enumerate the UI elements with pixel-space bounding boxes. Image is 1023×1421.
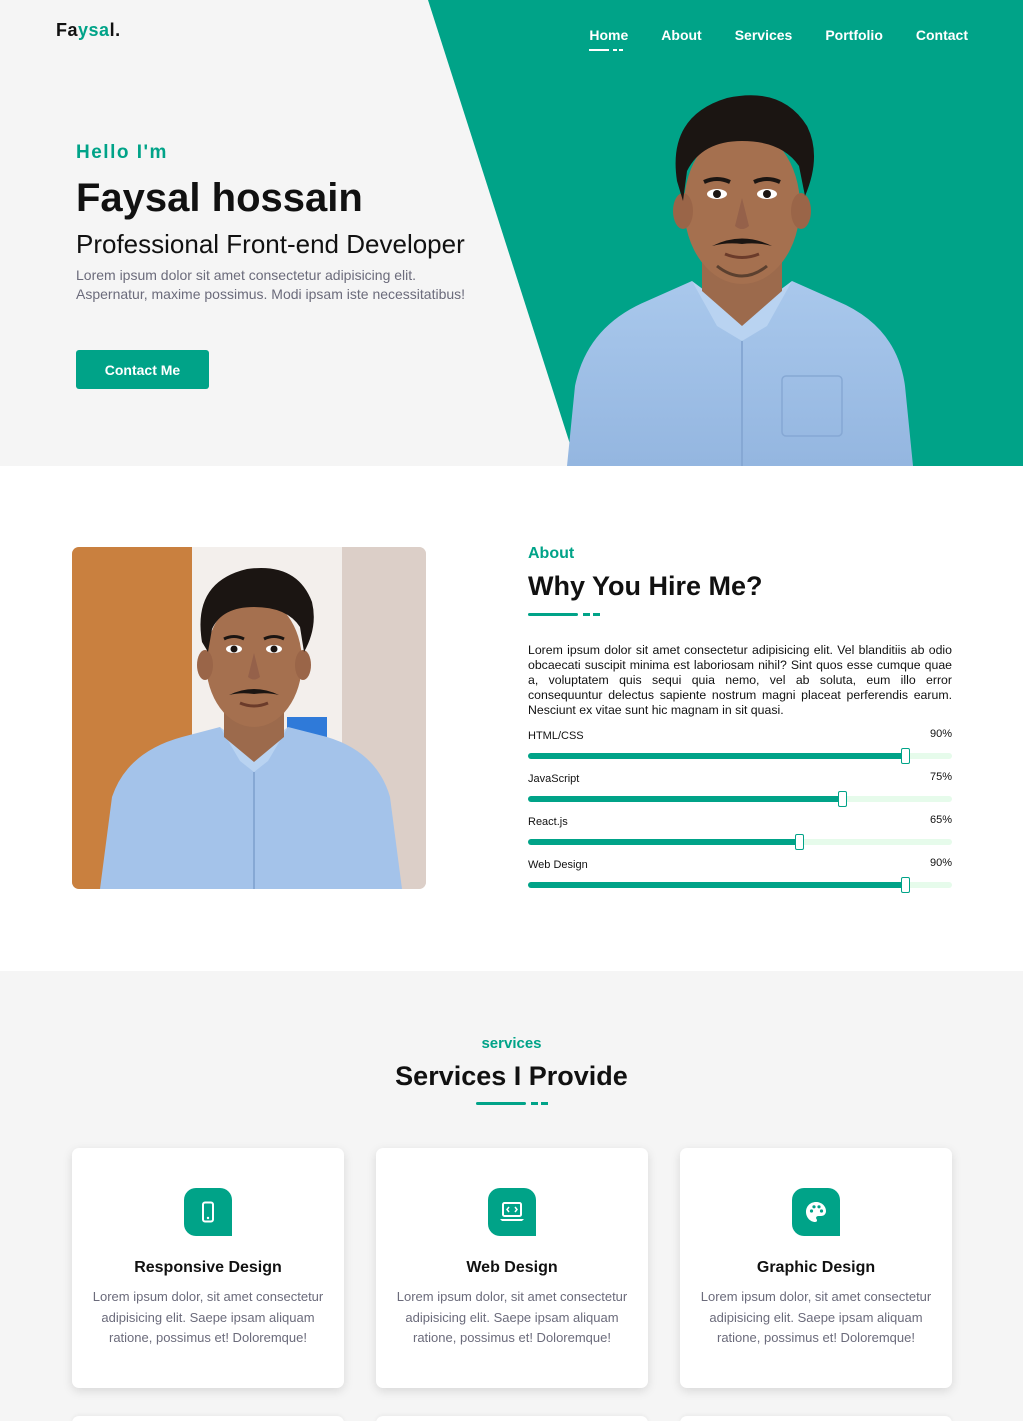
skill-name: React.js (528, 816, 568, 828)
nav-services[interactable]: Services (735, 27, 793, 49)
hero-role: Professional Front-end Developer (76, 229, 465, 259)
skill-progress-track (528, 877, 952, 893)
skill-name: Web Design (528, 859, 588, 871)
service-card-next-row (72, 1416, 344, 1421)
service-card-graphic-design[interactable]: Graphic Design Lorem ipsum dolor, sit am… (680, 1148, 952, 1388)
service-card-title: Web Design (466, 1259, 558, 1276)
skill-web-design: Web Design 90% (528, 857, 952, 899)
skill-percent: 75% (929, 771, 952, 783)
logo-suffix: l. (109, 20, 121, 40)
service-card-responsive-design[interactable]: Responsive Design Lorem ipsum dolor, sit… (72, 1148, 344, 1388)
skill-progress-handle[interactable] (795, 834, 805, 850)
nav-about[interactable]: About (661, 27, 701, 49)
skill-progress-fill (528, 882, 906, 888)
skill-name: HTML/CSS (528, 730, 584, 742)
skill-progress-fill (528, 753, 906, 759)
skill-javascript: JavaScript 75% (528, 771, 952, 813)
about-title-underline (528, 613, 600, 616)
services-title-underline (476, 1102, 548, 1105)
palette-icon (792, 1188, 840, 1236)
about-title: Why You Hire Me? (528, 571, 763, 601)
service-card-text: Lorem ipsum dolor, sit amet consectetur … (396, 1289, 628, 1345)
service-card-web-design[interactable]: Web Design Lorem ipsum dolor, sit amet c… (376, 1148, 648, 1388)
hero-greeting: Hello I'm (76, 142, 168, 163)
contact-me-button[interactable]: Contact Me (76, 350, 209, 389)
skill-progress-track (528, 748, 952, 764)
nav-contact[interactable]: Contact (916, 27, 968, 49)
service-card-text: Lorem ipsum dolor, sit amet consectetur … (92, 1289, 324, 1345)
service-card-title: Graphic Design (756, 1259, 876, 1276)
skill-percent: 65% (929, 814, 952, 826)
logo-accent-text: ysa (78, 20, 110, 40)
service-card-next-row (376, 1416, 648, 1421)
main-nav: Home About Services Portfolio Contact (556, 27, 968, 51)
hero-name: Faysal hossain (76, 176, 363, 220)
nav-home[interactable]: Home (589, 27, 628, 51)
skill-progress-track (528, 791, 952, 807)
hero-section: Faysal. Home About Services Portfolio Co… (0, 0, 1023, 466)
skill-progress-handle[interactable] (837, 791, 847, 807)
skill-html-css: HTML/CSS 90% (528, 728, 952, 770)
logo-text: Fa (56, 20, 79, 40)
services-section-label: services (481, 1035, 542, 1052)
hero-description: Lorem ipsum dolor sit amet consectetur a… (76, 267, 466, 302)
service-card-title: Responsive Design (134, 1259, 282, 1276)
service-card-next-row (680, 1416, 952, 1421)
about-portrait-image (72, 547, 426, 889)
skill-name: JavaScript (528, 773, 580, 785)
skill-progress-fill (528, 796, 842, 802)
logo[interactable]: Faysal. (56, 20, 121, 41)
skill-percent: 90% (929, 728, 952, 740)
services-title: Services I Provide (395, 1061, 628, 1091)
skill-progress-fill (528, 839, 800, 845)
service-card-text: Lorem ipsum dolor, sit amet consectetur … (700, 1289, 932, 1345)
hero-portrait-image (567, 95, 913, 466)
skill-progress-handle[interactable] (901, 748, 911, 764)
mobile-icon (184, 1188, 232, 1236)
skill-progress-track (528, 834, 952, 850)
skill-react: React.js 65% (528, 814, 952, 856)
about-paragraph: Lorem ipsum dolor sit amet consectetur a… (528, 643, 952, 717)
laptop-code-icon (488, 1188, 536, 1236)
about-section-label: About (528, 545, 575, 562)
skill-progress-handle[interactable] (901, 877, 911, 893)
skill-percent: 90% (929, 857, 952, 869)
nav-portfolio[interactable]: Portfolio (825, 27, 883, 49)
